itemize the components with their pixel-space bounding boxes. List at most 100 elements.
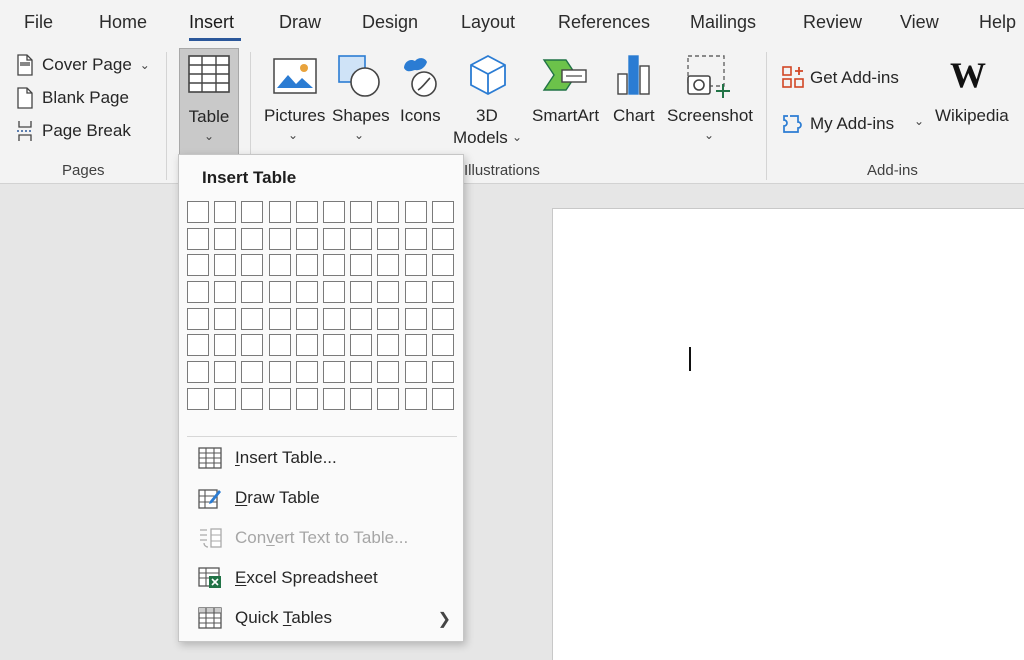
tab-mailings[interactable]: Mailings <box>690 12 756 33</box>
table-grid-cell[interactable] <box>241 387 264 410</box>
table-button[interactable]: Table ⌄ <box>179 48 239 156</box>
table-grid-cell[interactable] <box>214 281 237 304</box>
table-grid-cell[interactable] <box>404 387 427 410</box>
quick-tables-menu-item[interactable]: Quick Tables ❯ <box>179 601 463 635</box>
document-page[interactable] <box>552 208 1024 660</box>
table-grid-cell[interactable] <box>241 281 264 304</box>
table-grid-cell[interactable] <box>322 227 345 250</box>
tab-help[interactable]: Help <box>979 12 1016 33</box>
chart-button[interactable]: Chart <box>613 106 655 126</box>
table-grid-cell[interactable] <box>322 387 345 410</box>
tab-home[interactable]: Home <box>99 12 147 33</box>
table-grid-cell[interactable] <box>187 254 209 277</box>
table-grid-cell[interactable] <box>377 254 400 277</box>
table-grid-cell[interactable] <box>214 334 237 357</box>
table-grid-cell[interactable] <box>350 201 373 223</box>
excel-spreadsheet-menu-item[interactable]: Excel Spreadsheet <box>179 561 463 595</box>
table-grid-cell[interactable] <box>241 201 264 223</box>
table-grid-cell[interactable] <box>187 227 209 250</box>
table-grid-cell[interactable] <box>322 201 345 223</box>
table-grid-cell[interactable] <box>431 254 454 277</box>
table-grid-cell[interactable] <box>241 361 264 384</box>
table-grid-cell[interactable] <box>322 281 345 304</box>
pictures-button[interactable]: Pictures <box>264 106 325 126</box>
table-grid-cell[interactable] <box>187 334 209 357</box>
table-grid-cell[interactable] <box>404 201 427 223</box>
table-grid-cell[interactable] <box>350 227 373 250</box>
table-grid-cell[interactable] <box>431 227 454 250</box>
table-grid-cell[interactable] <box>350 387 373 410</box>
table-grid-cell[interactable] <box>187 201 209 223</box>
shapes-button[interactable]: Shapes <box>332 106 390 126</box>
table-grid-cell[interactable] <box>377 281 400 304</box>
draw-table-menu-item[interactable]: Draw Table <box>179 481 463 515</box>
table-grid-cell[interactable] <box>214 227 237 250</box>
table-grid-cell[interactable] <box>187 307 209 330</box>
table-grid-cell[interactable] <box>404 361 427 384</box>
tab-draw[interactable]: Draw <box>279 12 321 33</box>
table-grid-cell[interactable] <box>268 227 291 250</box>
tab-review[interactable]: Review <box>803 12 862 33</box>
table-grid-cell[interactable] <box>431 387 454 410</box>
table-grid-cell[interactable] <box>214 201 237 223</box>
smartart-button[interactable]: SmartArt <box>532 106 599 126</box>
table-grid-cell[interactable] <box>187 361 209 384</box>
table-grid-cell[interactable] <box>377 334 400 357</box>
page-break-button[interactable]: Page Break <box>16 118 131 144</box>
table-grid-cell[interactable] <box>404 254 427 277</box>
table-grid-cell[interactable] <box>241 254 264 277</box>
tab-file[interactable]: File <box>24 12 53 33</box>
table-grid-cell[interactable] <box>268 201 291 223</box>
table-grid-cell[interactable] <box>295 334 318 357</box>
table-size-grid[interactable] <box>187 201 454 410</box>
tab-insert[interactable]: Insert <box>189 12 234 33</box>
table-grid-cell[interactable] <box>404 307 427 330</box>
table-grid-cell[interactable] <box>322 307 345 330</box>
table-grid-cell[interactable] <box>187 387 209 410</box>
wikipedia-button[interactable]: Wikipedia <box>935 106 1009 126</box>
my-addins-button[interactable]: My Add-ins <box>810 114 894 134</box>
table-grid-cell[interactable] <box>404 227 427 250</box>
table-grid-cell[interactable] <box>295 387 318 410</box>
table-grid-cell[interactable] <box>322 254 345 277</box>
table-grid-cell[interactable] <box>268 361 291 384</box>
icons-button[interactable]: Icons <box>400 106 441 126</box>
table-grid-cell[interactable] <box>268 334 291 357</box>
table-grid-cell[interactable] <box>241 334 264 357</box>
table-grid-cell[interactable] <box>350 307 373 330</box>
table-grid-cell[interactable] <box>295 361 318 384</box>
tab-view[interactable]: View <box>900 12 939 33</box>
tab-design[interactable]: Design <box>362 12 418 33</box>
table-grid-cell[interactable] <box>350 334 373 357</box>
3d-models-button[interactable]: Models <box>453 128 508 148</box>
table-grid-cell[interactable] <box>268 254 291 277</box>
table-grid-cell[interactable] <box>241 227 264 250</box>
table-grid-cell[interactable] <box>404 334 427 357</box>
cover-page-button[interactable]: Cover Page ⌄ <box>16 52 150 78</box>
insert-table-menu-item[interactable]: Insert Table... <box>179 441 463 475</box>
tab-references[interactable]: References <box>558 12 650 33</box>
table-grid-cell[interactable] <box>322 334 345 357</box>
table-grid-cell[interactable] <box>431 334 454 357</box>
table-grid-cell[interactable] <box>295 201 318 223</box>
tab-layout[interactable]: Layout <box>461 12 515 33</box>
screenshot-button[interactable]: Screenshot <box>667 106 753 126</box>
table-grid-cell[interactable] <box>268 387 291 410</box>
table-grid-cell[interactable] <box>350 254 373 277</box>
table-grid-cell[interactable] <box>214 254 237 277</box>
blank-page-button[interactable]: Blank Page <box>16 85 129 111</box>
table-grid-cell[interactable] <box>377 201 400 223</box>
table-grid-cell[interactable] <box>350 361 373 384</box>
table-grid-cell[interactable] <box>431 201 454 223</box>
table-grid-cell[interactable] <box>431 361 454 384</box>
table-grid-cell[interactable] <box>431 307 454 330</box>
table-grid-cell[interactable] <box>187 281 209 304</box>
table-grid-cell[interactable] <box>295 281 318 304</box>
get-addins-button[interactable]: Get Add-ins <box>810 68 899 88</box>
table-grid-cell[interactable] <box>268 307 291 330</box>
table-grid-cell[interactable] <box>295 307 318 330</box>
table-grid-cell[interactable] <box>295 254 318 277</box>
table-grid-cell[interactable] <box>377 307 400 330</box>
table-grid-cell[interactable] <box>322 361 345 384</box>
table-grid-cell[interactable] <box>214 361 237 384</box>
